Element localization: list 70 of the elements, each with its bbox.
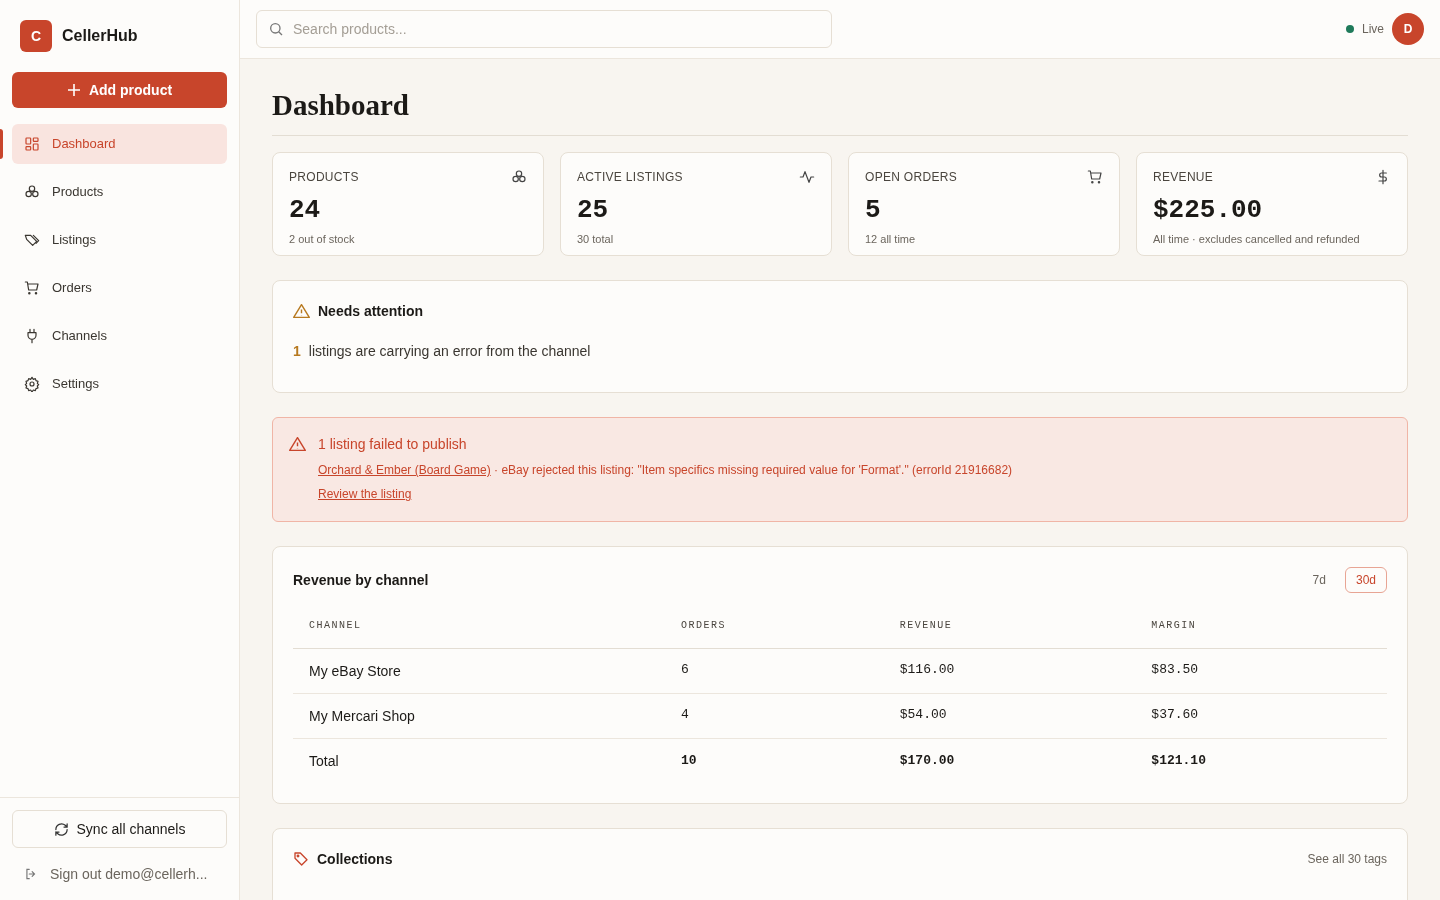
- table-cell: $54.00: [883, 693, 1136, 739]
- attention-text: listings are carrying an error from the channel: [308, 342, 591, 362]
- listing-link[interactable]: Orchard & Ember (Board Game): [318, 463, 491, 478]
- warning-icon: [293, 303, 310, 320]
- table-cell: 6: [664, 648, 884, 694]
- table-cell: $37.60: [1135, 693, 1387, 739]
- see-all-link[interactable]: See all 30 tags: [1307, 851, 1387, 868]
- stat-label: OPEN ORDERS: [865, 169, 957, 186]
- plug-icon: [24, 328, 40, 344]
- table-cell: My eBay Store: [293, 648, 665, 694]
- stat-value: $225.00: [1153, 197, 1264, 224]
- page-title: Dashboard: [272, 88, 410, 123]
- card-title: Collections: [317, 850, 393, 870]
- status-label: Live: [1362, 21, 1384, 37]
- stat-label: PRODUCTS: [289, 169, 359, 186]
- stat-label: REVENUE: [1153, 169, 1214, 186]
- cart-icon: [1087, 169, 1103, 186]
- table-cell: Total: [293, 738, 665, 784]
- nav-item[interactable]: Listings: [12, 220, 227, 260]
- nav-item[interactable]: Orders: [12, 268, 227, 308]
- plus-icon: [66, 83, 81, 97]
- sign-out-icon: [24, 867, 38, 881]
- table-cell: $83.50: [1135, 648, 1387, 694]
- activity-icon: [799, 169, 815, 186]
- tag-icon: [293, 851, 309, 868]
- grid-icon: [24, 136, 40, 152]
- column-header: MARGIN: [1135, 605, 1387, 649]
- stat-value: 5: [865, 197, 882, 224]
- column-header: REVENUE: [883, 605, 1136, 649]
- add-product-button[interactable]: Add product: [12, 72, 227, 108]
- attention-title: Needs attention: [318, 302, 423, 322]
- card-title: Revenue by channel: [293, 571, 429, 591]
- range-tab[interactable]: 30d: [1344, 567, 1387, 594]
- table-cell: $116.00: [883, 648, 1136, 694]
- table-cell: 10: [664, 738, 884, 784]
- table-cell: My Mercari Shop: [293, 693, 665, 739]
- error-message: Orchard & Ember (Board Game) · eBay rejected this listing: "Item specifics missing required value for 'Format'." (errorId 21916682): [318, 462, 1013, 479]
- table-cell: $121.10: [1135, 738, 1387, 784]
- tags-icon: [24, 232, 40, 248]
- stat-note: 30 total: [577, 232, 615, 248]
- sign-out-link[interactable]: Sign out demo@cellerh...: [12, 864, 227, 884]
- error-title: 1 listing failed to publish: [318, 435, 468, 455]
- table-cell: $170.00: [883, 738, 1136, 784]
- cart-icon: [24, 280, 40, 296]
- stat-note: 12 all time: [865, 232, 917, 248]
- stat-note: 2 out of stock: [289, 232, 356, 248]
- search-icon: [268, 21, 284, 37]
- refresh-icon: [53, 821, 69, 837]
- nav-item[interactable]: Channels: [12, 316, 227, 356]
- range-tab[interactable]: 7d: [1301, 567, 1337, 594]
- logo-badge: C: [20, 20, 52, 52]
- search-field[interactable]: Search products...: [256, 10, 832, 48]
- attention-count: 1: [293, 342, 301, 362]
- table-cell: 4: [664, 693, 884, 739]
- warning-icon: [289, 436, 306, 453]
- column-header: ORDERS: [664, 605, 884, 649]
- user-avatar[interactable]: D: [1392, 13, 1424, 45]
- brand-name: CellerHub: [62, 26, 138, 46]
- column-header: CHANNEL: [293, 605, 665, 649]
- stat-value: 25: [577, 197, 610, 224]
- nav-item[interactable]: Products: [12, 172, 227, 212]
- stat-note: All time · excludes cancelled and refunded: [1153, 232, 1361, 248]
- stat-value: 24: [289, 197, 322, 224]
- stat-label: ACTIVE LISTINGS: [577, 169, 683, 186]
- active-indicator: [0, 129, 3, 159]
- boxes-icon: [24, 184, 40, 200]
- nav-item[interactable]: Settings: [12, 364, 227, 404]
- review-listing-link[interactable]: Review the listing: [318, 486, 412, 503]
- sync-button[interactable]: Sync all channels: [12, 810, 227, 848]
- settings-icon: [24, 376, 40, 392]
